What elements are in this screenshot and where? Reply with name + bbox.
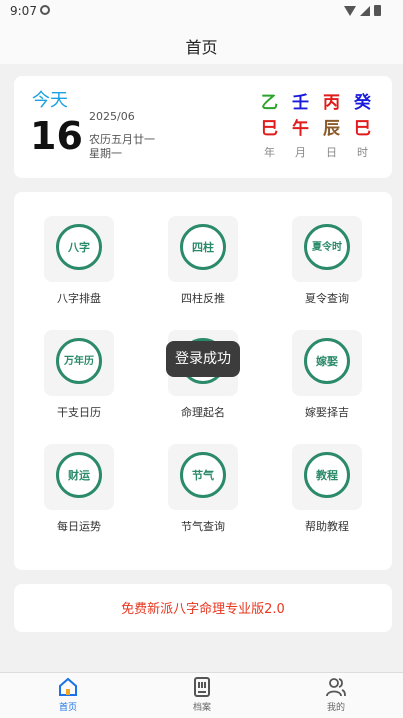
fortune-seal-icon: 财运 — [56, 452, 102, 498]
nav-home-label: 首页 — [58, 703, 77, 713]
tool-label: 帮助教程 — [305, 520, 349, 533]
tool-summer-time[interactable]: 夏令时 夏令查询 — [272, 216, 382, 316]
tool-icon-box: 四柱 — [168, 216, 238, 282]
home-icon — [59, 677, 77, 696]
today-label: 今天 — [32, 90, 68, 111]
app-header: 首页 — [0, 24, 403, 64]
earthly-branches-row: 巳 午 辰 巳 — [254, 116, 384, 142]
signal-icon — [360, 5, 370, 16]
four-pillars: 乙 壬 丙 癸 巳 午 辰 巳 年 月 日 时 — [254, 90, 384, 160]
bazi-seal-icon: 八字 — [56, 224, 102, 270]
tool-daily-fortune[interactable]: 财运 每日运势 — [24, 444, 134, 544]
day-number: 16 — [30, 114, 83, 158]
stem-day: 丙 — [323, 93, 340, 113]
summer-time-seal-icon: 夏令时 — [304, 224, 350, 270]
nav-archive-label: 档案 — [192, 703, 211, 713]
tool-label: 每日运势 — [57, 520, 101, 533]
tool-solar-terms[interactable]: 节气 节气查询 — [148, 444, 258, 544]
pillar-label-day: 日 — [326, 146, 337, 159]
user-icon — [326, 678, 346, 697]
tool-label: 节气查询 — [181, 520, 225, 533]
tools-grid: 八字 八字排盘 四柱 四柱反推 夏令时 夏令查询 万年历 干支日历 起名 命理起… — [14, 192, 392, 570]
tool-label: 八字排盘 — [57, 292, 101, 305]
tool-icon-box: 万年历 — [44, 330, 114, 396]
branch-month: 午 — [292, 119, 309, 139]
tool-sizhu-fantui[interactable]: 四柱 四柱反推 — [148, 216, 258, 316]
tool-label: 命理起名 — [181, 406, 225, 419]
stem-year: 乙 — [261, 93, 278, 113]
pillar-label-year: 年 — [264, 146, 275, 159]
stem-hour: 癸 — [354, 93, 371, 113]
solar-term-seal-icon: 节气 — [180, 452, 226, 498]
tutorial-seal-icon: 教程 — [304, 452, 350, 498]
settings-gear-icon — [40, 5, 50, 15]
promo-banner[interactable]: 免费新派八字命理专业版2.0 — [14, 584, 392, 632]
page-title: 首页 — [185, 38, 218, 57]
battery-icon — [374, 5, 381, 16]
wifi-icon — [344, 5, 356, 16]
tool-icon-box: 夏令时 — [292, 216, 362, 282]
tool-icon-box: 节气 — [168, 444, 238, 510]
stem-month: 壬 — [292, 93, 309, 113]
heavenly-stems-row: 乙 壬 丙 癸 — [254, 90, 384, 116]
tool-help-tutorial[interactable]: 教程 帮助教程 — [272, 444, 382, 544]
login-success-toast: 登录成功 — [166, 341, 240, 377]
tool-wedding-date[interactable]: 嫁娶 嫁娶择吉 — [272, 330, 382, 430]
promo-text: 免费新派八字命理专业版2.0 — [121, 602, 285, 617]
nav-profile-label: 我的 — [326, 703, 345, 713]
year-month: 2025/06 — [89, 110, 135, 123]
tool-icon-box: 财运 — [44, 444, 114, 510]
tool-icon-box: 嫁娶 — [292, 330, 362, 396]
pillar-label-hour: 时 — [357, 146, 368, 159]
tool-ganzhi-calendar[interactable]: 万年历 干支日历 — [24, 330, 134, 430]
tool-label: 嫁娶择吉 — [305, 406, 349, 419]
pillar-label-month: 月 — [295, 146, 306, 159]
status-time: 9:07 — [10, 4, 37, 18]
tool-label: 干支日历 — [57, 406, 101, 419]
tool-bazi-paipan[interactable]: 八字 八字排盘 — [24, 216, 134, 316]
bottom-nav: 首页 档案 我的 — [0, 672, 403, 718]
wedding-seal-icon: 嫁娶 — [304, 338, 350, 384]
branch-year: 巳 — [261, 119, 278, 139]
nav-profile[interactable]: 我的 — [296, 677, 376, 713]
calendar-seal-icon: 万年历 — [56, 338, 102, 384]
sizhu-seal-icon: 四柱 — [180, 224, 226, 270]
pillar-labels-row: 年 月 日 时 — [254, 142, 384, 160]
tool-label: 夏令查询 — [305, 292, 349, 305]
weekday: 星期一 — [89, 147, 122, 160]
tool-label: 四柱反推 — [181, 292, 225, 305]
nav-home[interactable]: 首页 — [28, 677, 108, 713]
archive-icon — [194, 677, 210, 697]
tool-icon-box: 八字 — [44, 216, 114, 282]
status-bar: 9:07 — [0, 0, 403, 24]
tool-icon-box: 教程 — [292, 444, 362, 510]
nav-archive[interactable]: 档案 — [162, 677, 242, 713]
status-icons — [344, 5, 381, 16]
date-card: 今天 16 2025/06 农历五月廿一 星期一 乙 壬 丙 癸 巳 午 辰 巳… — [14, 76, 392, 178]
branch-day: 辰 — [323, 119, 340, 139]
branch-hour: 巳 — [354, 119, 371, 139]
